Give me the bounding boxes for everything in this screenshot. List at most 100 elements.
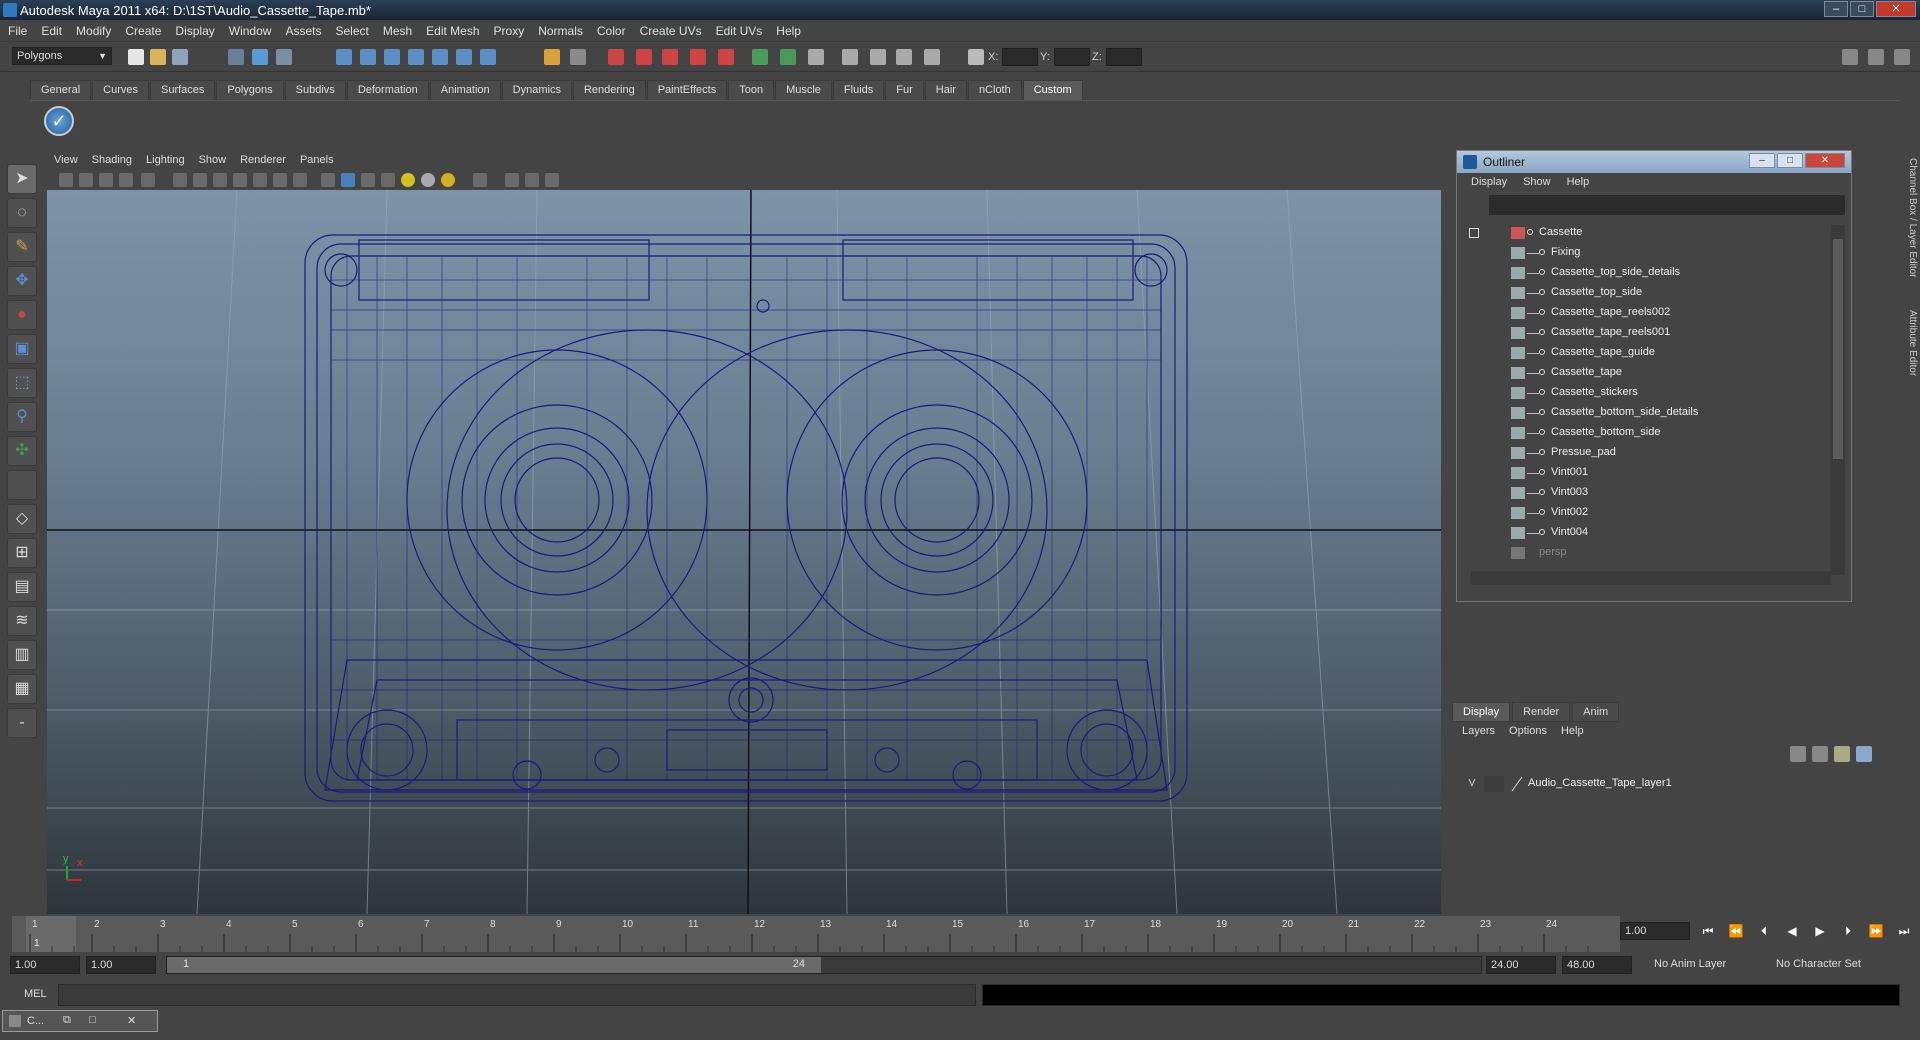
tab-attribute-editor[interactable]: Attribute Editor [1898,310,1918,376]
select-object-icon[interactable] [252,49,268,65]
menu-select[interactable]: Select [335,24,368,38]
outliner-menu-show[interactable]: Show [1523,176,1551,193]
outliner-item[interactable]: Cassette_stickers [1463,383,1833,403]
outliner-horizontal-scrollbar[interactable] [1471,571,1831,585]
tab-channel-box[interactable]: Channel Box / Layer Editor [1898,158,1918,278]
outliner-item-root[interactable]: Cassette [1463,223,1833,243]
input-line-icon[interactable] [752,49,768,65]
resolution-gate-icon[interactable] [213,173,227,187]
grid-icon[interactable] [173,173,187,187]
anim-end-field[interactable]: 24.00 [1486,956,1556,974]
layer-row[interactable]: V Audio_Cassette_Tape_layer1 [1462,774,1872,794]
z-field[interactable] [1106,48,1142,66]
close-icon[interactable]: ✕ [127,1014,136,1027]
tab-fur[interactable]: Fur [885,80,924,100]
outliner-item[interactable]: Cassette_tape_guide [1463,343,1833,363]
menu-create-uvs[interactable]: Create UVs [640,24,702,38]
wireframe-icon[interactable] [321,173,335,187]
scroll-thumb[interactable] [1833,239,1843,459]
time-slider[interactable]: 1 1 2 3 4 5 6 7 8 9 10 11 12 13 14 15 16 17 18 19 20 21 22 23 2… [12,916,1620,952]
absolute-transform-icon[interactable] [842,49,858,65]
menu-edit[interactable]: Edit [41,24,62,38]
show-manip-tool[interactable]: ✣ [7,436,37,466]
lasso-tool[interactable]: ◌ [7,198,37,228]
step-forward-frame-icon[interactable]: ⏵ [1838,924,1858,940]
layer-menu-help[interactable]: Help [1561,725,1584,740]
rename-icon[interactable] [780,49,796,65]
menu-mesh[interactable]: Mesh [383,24,412,38]
panel-menu-lighting[interactable]: Lighting [146,154,185,166]
image-plane-icon[interactable] [119,173,133,187]
mel-label[interactable]: MEL [24,988,47,1000]
rotate-tool[interactable]: ● [7,300,37,330]
tab-rendering[interactable]: Rendering [572,80,646,100]
relative-transform-icon[interactable] [870,49,886,65]
tab-polygons[interactable]: Polygons [216,80,284,100]
mel-input[interactable] [58,984,976,1006]
tab-toon[interactable]: Toon [728,80,775,100]
tab-ncloth[interactable]: nCloth [967,80,1022,100]
outliner-menu-display[interactable]: Display [1471,176,1507,193]
layer-color-swatch[interactable] [1510,776,1524,792]
play-forwards-icon[interactable]: ▶ [1810,924,1830,940]
tab-anim-layers[interactable]: Anim [1572,702,1620,722]
outliner-item[interactable]: Cassette_bottom_side_details [1463,403,1833,423]
select-hierarchy-icon[interactable] [228,49,244,65]
step-back-frame-icon[interactable]: ⏴ [1754,924,1774,940]
two-d-pan-icon[interactable] [141,173,155,187]
tab-deformation[interactable]: Deformation [346,80,429,100]
move-layer-up-icon[interactable] [1790,746,1806,762]
wireframe-on-shaded-icon[interactable] [361,173,375,187]
tab-muscle[interactable]: Muscle [775,80,832,100]
smooth-shade-icon[interactable] [341,173,355,187]
last-tool[interactable] [7,470,37,500]
xray-joints-icon[interactable] [525,173,539,187]
gate-mask-icon[interactable] [233,173,247,187]
outliner-vertical-scrollbar[interactable] [1831,225,1845,575]
outliner-item[interactable]: Cassette_tape [1463,363,1833,383]
snap-surface-icon[interactable] [432,49,448,65]
menu-set-select[interactable]: Polygons ▼ [12,47,112,65]
outliner-item[interactable]: Pressue_pad [1463,443,1833,463]
panel-menu-show[interactable]: Show [199,154,227,166]
xray-icon[interactable] [505,173,519,187]
tab-curves[interactable]: Curves [92,80,149,100]
go-to-end-icon[interactable]: ⏭ [1894,924,1914,940]
tab-animation[interactable]: Animation [429,80,501,100]
layer-playback-toggle[interactable] [1484,776,1504,792]
paint-select-tool[interactable]: ✎ [7,232,37,262]
construction-history-icon[interactable] [570,49,586,65]
end-time-field[interactable]: 48.00 [1562,956,1632,974]
scale-transform-icon[interactable] [924,49,940,65]
menu-modify[interactable]: Modify [76,24,111,38]
render-view-icon[interactable] [718,49,734,65]
new-layer-icon[interactable] [1834,746,1850,762]
camera-attributes-icon[interactable] [79,173,93,187]
minimize-button[interactable]: – [1824,1,1848,17]
snap-point-icon[interactable] [384,49,400,65]
history-icon[interactable] [544,49,560,65]
panel-menu-panels[interactable]: Panels [300,154,334,166]
layout-four-button[interactable]: ⊞ [7,538,37,568]
tab-custom[interactable]: Custom [1022,80,1083,100]
go-to-start-icon[interactable]: ⏮ [1698,924,1718,940]
maximize-button[interactable]: □ [1850,1,1874,17]
close-button[interactable]: ✕ [1876,1,1916,17]
tab-display-layers[interactable]: Display [1452,702,1511,722]
outliner-item-camera[interactable]: persp [1463,543,1833,563]
select-component-icon[interactable] [276,49,292,65]
snap-live-icon[interactable] [456,49,472,65]
layout-single-button[interactable]: ◇ [7,504,37,534]
film-gate-icon[interactable] [193,173,207,187]
collapse-icon[interactable] [1469,228,1479,238]
layout-graph-button[interactable]: ▦ [7,674,37,704]
safe-title-icon[interactable] [293,173,307,187]
hypershade-icon[interactable] [690,49,706,65]
new-scene-icon[interactable] [128,49,144,65]
outliner-item[interactable]: Vint002 [1463,503,1833,523]
move-tool[interactable]: ✥ [7,266,37,296]
start-time-field[interactable]: 1.00 [10,956,80,974]
panel-menu-renderer[interactable]: Renderer [240,154,286,166]
open-scene-icon[interactable] [150,49,166,65]
outliner-item[interactable]: Cassette_bottom_side [1463,423,1833,443]
